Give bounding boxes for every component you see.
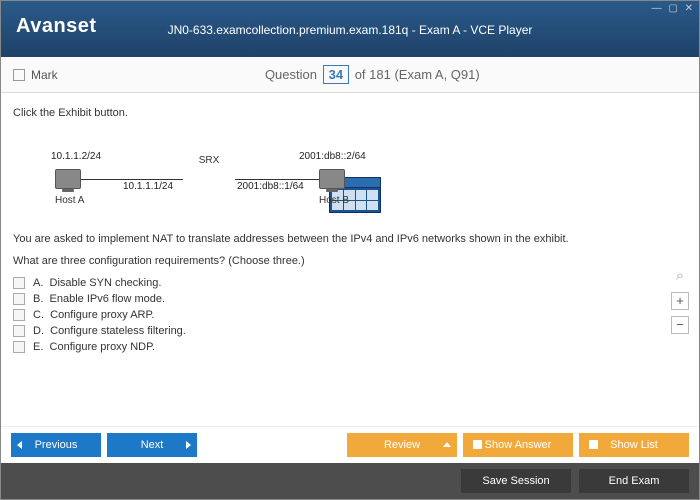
app-logo: Avanset <box>16 15 97 38</box>
hostA-label: Host A <box>55 195 84 206</box>
option-d[interactable]: D. Configure stateless filtering. <box>13 325 687 337</box>
checkbox-icon[interactable] <box>13 309 25 321</box>
option-b[interactable]: B. Enable IPv6 flow mode. <box>13 293 687 305</box>
hostB: Host B <box>319 169 349 206</box>
mark-label[interactable]: Mark <box>31 68 58 82</box>
question-number-box: 34 <box>323 65 349 84</box>
question-position: Question 34 of 181 (Exam A, Q91) <box>58 65 687 84</box>
show-list-button[interactable]: Show List <box>579 433 689 457</box>
computer-icon <box>55 169 81 189</box>
checkbox-icon[interactable] <box>13 277 25 289</box>
hostA-ip: 10.1.1.2/24 <box>51 151 101 162</box>
zoom-in-button[interactable]: + <box>671 292 689 310</box>
window-controls[interactable]: — ▢ ✕ <box>652 3 695 14</box>
nav-bar: Previous Next Review Show Answer Show Li… <box>1 426 699 463</box>
hostB-label: Host B <box>319 195 349 206</box>
srx-device: SRX <box>183 153 235 166</box>
srx-right-ip: 2001:db8::1/64 <box>237 181 304 192</box>
review-button[interactable]: Review <box>347 433 457 457</box>
next-button[interactable]: Next <box>107 433 197 457</box>
srx-label: SRX <box>183 155 235 166</box>
checkbox-icon[interactable] <box>13 325 25 337</box>
network-diagram: 10.1.1.2/24 10.1.1.1/24 2001:db8::1/64 2… <box>37 129 687 219</box>
question-text: You are asked to implement NAT to transl… <box>13 233 687 245</box>
exhibit-instruction: Click the Exhibit button. <box>13 107 687 119</box>
magnifier-icon[interactable]: ⌕ <box>671 268 689 286</box>
srx-left-ip: 10.1.1.1/24 <box>123 181 173 192</box>
window-title: JN0-633.examcollection.premium.exam.181q… <box>1 1 699 37</box>
question-content: Click the Exhibit button. 10.1.1.2/24 10… <box>1 93 699 426</box>
checkbox-icon[interactable] <box>13 341 25 353</box>
answer-options: A. Disable SYN checking. B. Enable IPv6 … <box>13 277 687 353</box>
save-session-button[interactable]: Save Session <box>461 469 571 493</box>
zoom-controls: ⌕ + − <box>671 268 689 334</box>
zoom-out-button[interactable]: − <box>671 316 689 334</box>
title-bar: Avanset — ▢ ✕ JN0-633.examcollection.pre… <box>1 1 699 57</box>
mark-checkbox[interactable] <box>13 69 25 81</box>
checkbox-icon[interactable] <box>13 293 25 305</box>
computer-icon <box>319 169 345 189</box>
app-window: Avanset — ▢ ✕ JN0-633.examcollection.pre… <box>0 0 700 500</box>
question-header: Mark Question 34 of 181 (Exam A, Q91) <box>1 57 699 93</box>
link-left <box>81 179 183 180</box>
end-exam-button[interactable]: End Exam <box>579 469 689 493</box>
link-right <box>235 179 319 180</box>
session-bar: Save Session End Exam <box>1 463 699 499</box>
show-answer-button[interactable]: Show Answer <box>463 433 573 457</box>
hostB-ip: 2001:db8::2/64 <box>299 151 366 162</box>
hostA: Host A <box>55 169 84 206</box>
option-e[interactable]: E. Configure proxy NDP. <box>13 341 687 353</box>
option-a[interactable]: A. Disable SYN checking. <box>13 277 687 289</box>
question-sub: What are three configuration requirement… <box>13 255 687 267</box>
option-c[interactable]: C. Configure proxy ARP. <box>13 309 687 321</box>
previous-button[interactable]: Previous <box>11 433 101 457</box>
